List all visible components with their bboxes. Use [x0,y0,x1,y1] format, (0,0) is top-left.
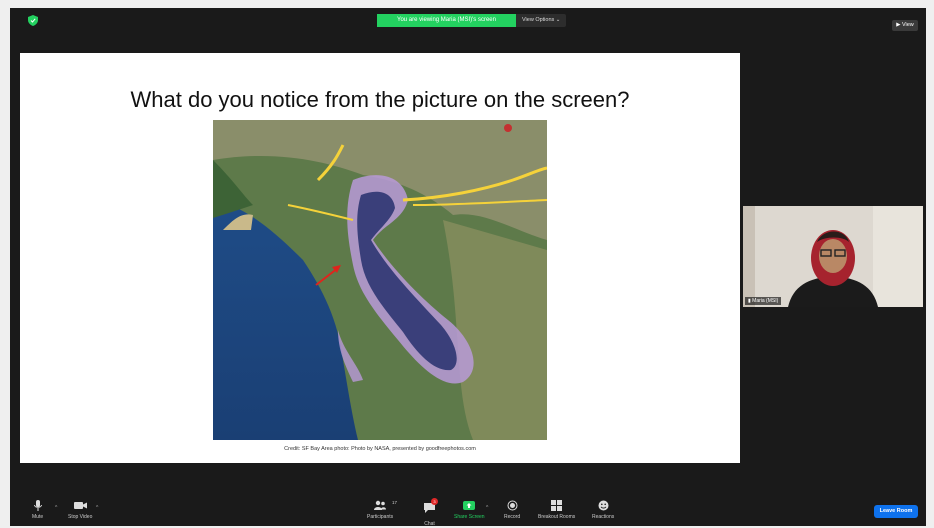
leave-room-button[interactable]: Leave Room [874,505,918,518]
share-screen-icon [463,501,476,510]
slide-title: What do you notice from the picture on t… [130,87,630,112]
mute-button[interactable]: Mute [32,500,43,520]
participants-label: Participants [367,514,394,520]
breakout-rooms-label: Breakout Rooms [538,514,576,520]
slide-credit: Credit: SF Bay Area photo: Photo by NASA… [284,446,476,452]
share-screen-label: Share Screen [454,514,485,520]
breakout-rooms-icon [551,500,563,511]
chat-icon-wrap: 3 [424,498,438,518]
reactions-button[interactable]: Reactions [592,500,614,520]
shield-icon[interactable] [28,15,38,26]
signal-icon: ▮ [748,298,751,304]
participants-count: 17 [392,500,398,505]
audio-options-caret[interactable]: ^ [55,505,57,511]
reactions-label: Reactions [592,514,615,520]
stop-video-button[interactable]: Stop Video [68,500,92,520]
shared-slide: What do you notice from the picture on t… [20,53,740,463]
breakout-rooms-button[interactable]: Breakout Rooms [538,500,575,520]
screen-share-banner: You are viewing Maria (MSI)'s screen Vie… [377,14,567,27]
stop-video-label: Stop Video [68,514,93,520]
top-bar: You are viewing Maria (MSI)'s screen Vie… [10,8,926,32]
participant-video-tile[interactable]: ▮ Maria (MSI) [743,206,923,307]
view-options-button[interactable]: View Options ⌄ [515,14,567,27]
participant-video [743,206,923,307]
meeting-window: You are viewing Maria (MSI)'s screen Vie… [10,8,926,527]
reactions-icon [598,500,609,511]
share-options-caret[interactable]: ^ [486,505,488,511]
share-screen-button[interactable]: Share Screen [454,500,485,520]
chat-button[interactable]: 3 Chat [424,498,438,527]
record-button[interactable]: Record [504,500,520,520]
meeting-toolbar: Mute ^ Stop Video ^ Participants 17 3 Ch… [10,498,926,527]
mute-label: Mute [32,514,44,520]
bay-area-satellite-image [213,120,547,440]
record-icon [507,500,518,511]
view-button[interactable]: ▶ View [892,20,918,31]
participants-button[interactable]: Participants [367,500,393,520]
video-options-caret[interactable]: ^ [96,505,98,511]
chat-label: Chat [424,521,435,527]
video-camera-icon [73,502,87,509]
viewing-label: You are viewing Maria (MSI)'s screen [377,14,516,27]
chat-badge: 3 [431,498,438,505]
microphone-icon [33,500,42,511]
participants-icon [374,500,387,510]
record-label: Record [504,514,521,520]
participant-name: Maria (MSI) [752,298,779,304]
participant-name-label: ▮ Maria (MSI) [745,297,782,305]
